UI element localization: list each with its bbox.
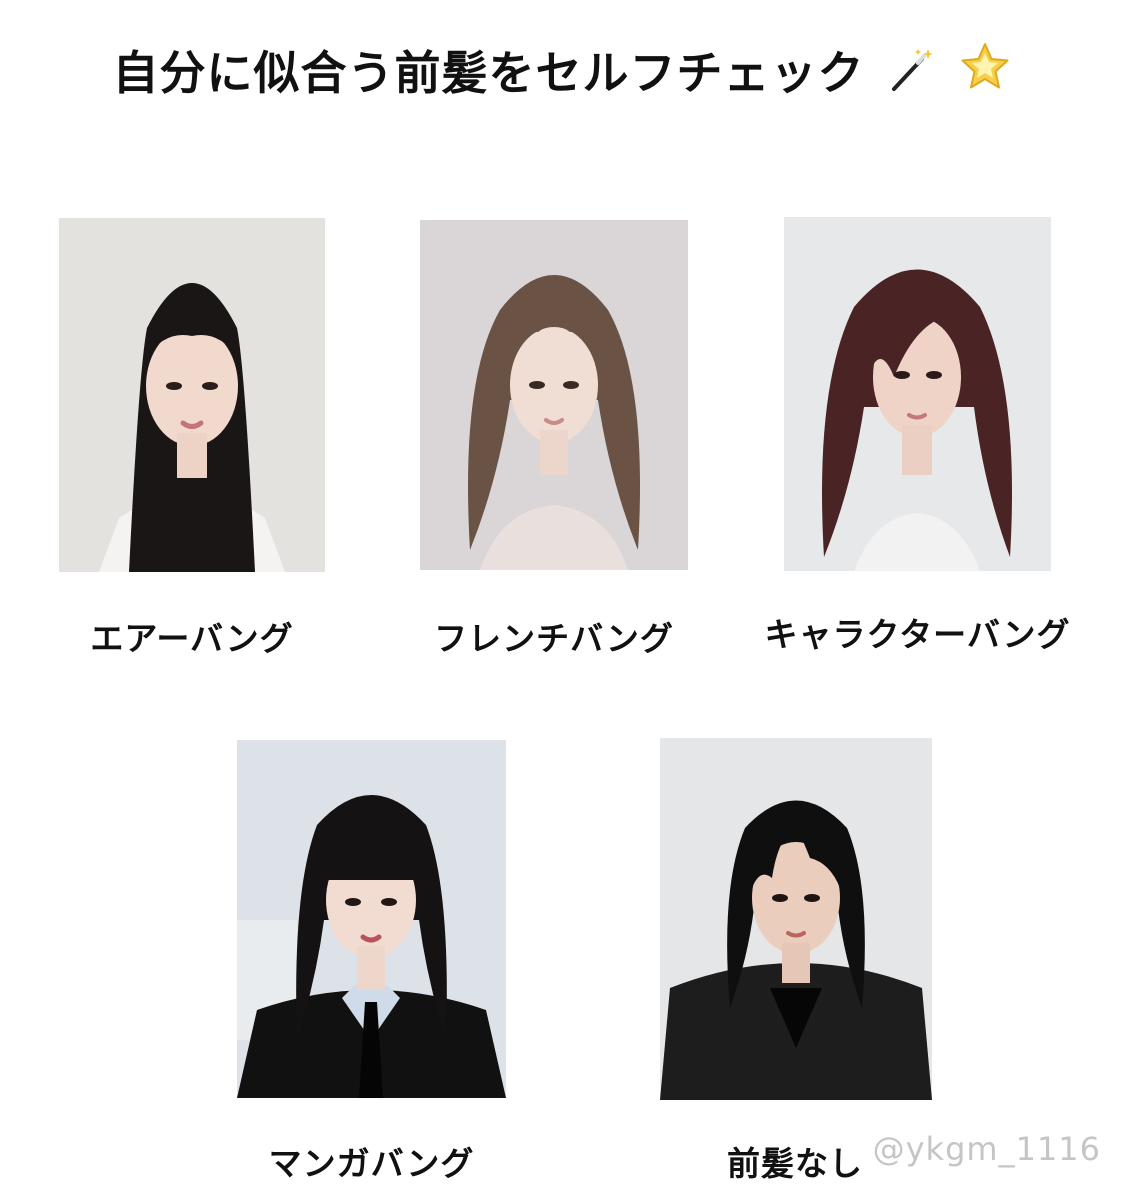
- page-title: 自分に似合う前髪をセルフチェック: [0, 38, 1123, 112]
- style-photo-1: [59, 218, 325, 572]
- style-photo-3: [784, 217, 1051, 571]
- style-label-3: キャラクターバング: [764, 615, 1071, 654]
- title-text: 自分に似合う前髪をセルフチェック: [112, 46, 865, 100]
- style-label-1: エアーバング: [90, 619, 294, 658]
- style-label-5: 前髪なし: [727, 1144, 863, 1183]
- watermark: @ykgm_1116: [872, 1130, 1101, 1168]
- magic-wand-icon: [888, 42, 936, 112]
- star-icon: [959, 41, 1011, 112]
- style-label-4: マンガバング: [268, 1144, 475, 1183]
- style-photo-5: [660, 738, 932, 1100]
- style-photo-4: [237, 740, 506, 1098]
- style-photo-2: [420, 220, 688, 570]
- style-label-2: フレンチバング: [434, 619, 674, 658]
